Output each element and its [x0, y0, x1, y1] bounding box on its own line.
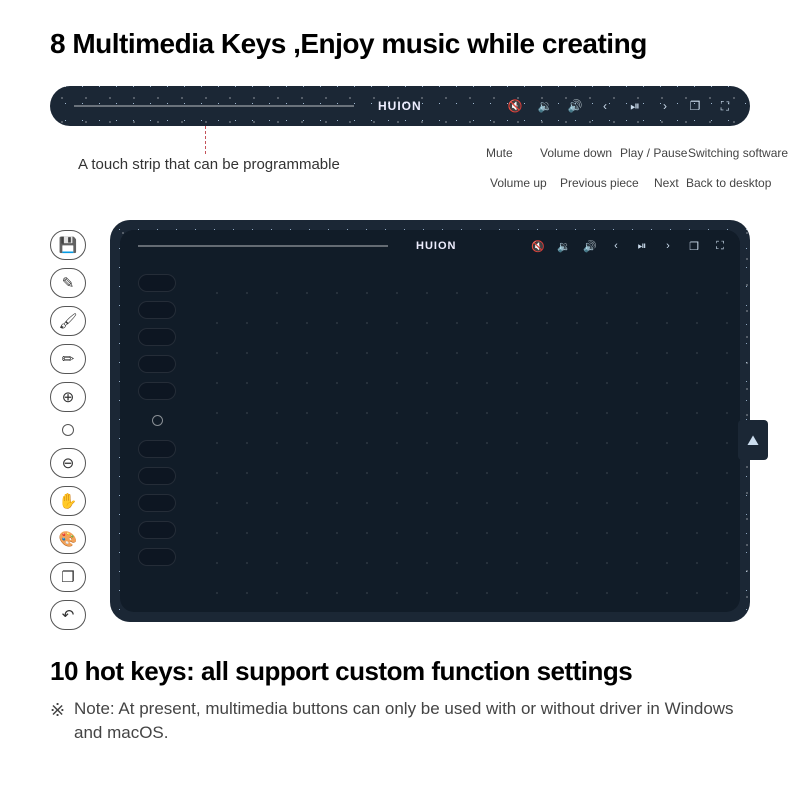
- note-text: ※ Note: At present, multimedia buttons c…: [50, 697, 750, 745]
- express-key: [138, 328, 176, 346]
- express-key: [138, 440, 176, 458]
- hotkey-icon-zoom-in: ⊕: [50, 382, 86, 412]
- bottom-section: 10 hot keys: all support custom function…: [50, 656, 750, 745]
- side-icon-column: 💾 ✎ 🖌 ✏ ⊕ ⊖ ✋ 🎨 ❐ ↶: [50, 230, 86, 630]
- next-icon: ›: [658, 99, 672, 113]
- touch-strip-label: A touch strip that can be programmable: [78, 156, 340, 173]
- tablet-top-bar: HUION 🔇 🔉 🔊 ‹ ⏯ › ❐ ⛶: [120, 230, 740, 262]
- hotkey-icon-zoom-out: ⊖: [50, 448, 86, 478]
- previous-icon: ‹: [610, 240, 622, 253]
- previous-icon: ‹: [598, 99, 612, 113]
- back-desktop-icon: ⛶: [718, 99, 732, 114]
- volume-down-icon: 🔊: [568, 99, 582, 113]
- active-area: [190, 268, 728, 600]
- tablet-touch-strip: [138, 245, 388, 247]
- mute-icon: 🔇: [508, 99, 522, 113]
- hotkey-icon-pencil: ✎: [50, 268, 86, 298]
- top-bar-section: HUION 🔇 🔉 🔊 ‹ ⏯ › ❐ ⛶ A touch strip that…: [50, 86, 750, 206]
- express-key: [138, 355, 176, 373]
- tablet-brand-logo: HUION: [416, 240, 456, 252]
- label-play-pause: Play / Pause: [620, 146, 687, 160]
- express-key: [138, 548, 176, 566]
- hotkey-icon-pen: ✏: [50, 344, 86, 374]
- hotkey-icon-hand: ✋: [50, 486, 86, 516]
- mute-icon: 🔇: [532, 240, 544, 253]
- hotkey-icon-undo: ↶: [50, 600, 86, 630]
- play-pause-icon: ⏯: [636, 240, 648, 253]
- label-back-desktop: Back to desktop: [686, 176, 771, 190]
- note-mark-icon: ※: [50, 698, 65, 723]
- tablet-section: 💾 ✎ 🖌 ✏ ⊕ ⊖ ✋ 🎨 ❐ ↶ HUION 🔇 🔉 🔊: [50, 220, 750, 640]
- hotkey-icon-indicator: [50, 420, 86, 440]
- label-previous-piece: Previous piece: [560, 176, 639, 190]
- hotkey-icon-palette: 🎨: [50, 524, 86, 554]
- leader-line: [205, 126, 206, 154]
- express-key: [138, 494, 176, 512]
- label-mute: Mute: [486, 146, 513, 160]
- brand-logo: HUION: [378, 86, 422, 126]
- express-key: [138, 521, 176, 539]
- headline: 8 Multimedia Keys ,Enjoy music while cre…: [50, 28, 750, 60]
- touch-strip: [74, 105, 354, 107]
- volume-down-icon: 🔊: [584, 240, 596, 253]
- label-volume-down: Volume down: [540, 146, 612, 160]
- play-pause-icon: ⏯: [628, 99, 642, 114]
- media-key-row: 🔇 🔉 🔊 ‹ ⏯ › ❐ ⛶: [508, 86, 732, 126]
- hotkey-icon-layers: ❐: [50, 562, 86, 592]
- label-switching-software: Switching software: [688, 146, 788, 160]
- label-next: Next: [654, 176, 679, 190]
- hotkey-icon-brush: 🖌: [50, 306, 86, 336]
- multimedia-bar: HUION 🔇 🔉 🔊 ‹ ⏯ › ❐ ⛶: [50, 86, 750, 126]
- express-key-column: [138, 274, 176, 566]
- next-icon: ›: [662, 240, 674, 253]
- back-desktop-icon: ⛶: [714, 240, 726, 253]
- express-key: [138, 301, 176, 319]
- bottom-heading: 10 hot keys: all support custom function…: [50, 656, 750, 687]
- led-indicator: [138, 409, 176, 431]
- note-body: Note: At present, multimedia buttons can…: [74, 699, 734, 742]
- tablet-device: HUION 🔇 🔉 🔊 ‹ ⏯ › ❐ ⛶: [110, 220, 750, 622]
- pen-holder-tag: ⛰: [738, 420, 768, 460]
- hotkey-icon-save: 💾: [50, 230, 86, 260]
- express-key: [138, 274, 176, 292]
- switch-software-icon: ❐: [688, 99, 702, 113]
- express-key: [138, 382, 176, 400]
- volume-up-icon: 🔉: [538, 99, 552, 113]
- volume-up-icon: 🔉: [558, 240, 570, 253]
- switch-software-icon: ❐: [688, 240, 700, 253]
- express-key: [138, 467, 176, 485]
- label-volume-up: Volume up: [490, 176, 547, 190]
